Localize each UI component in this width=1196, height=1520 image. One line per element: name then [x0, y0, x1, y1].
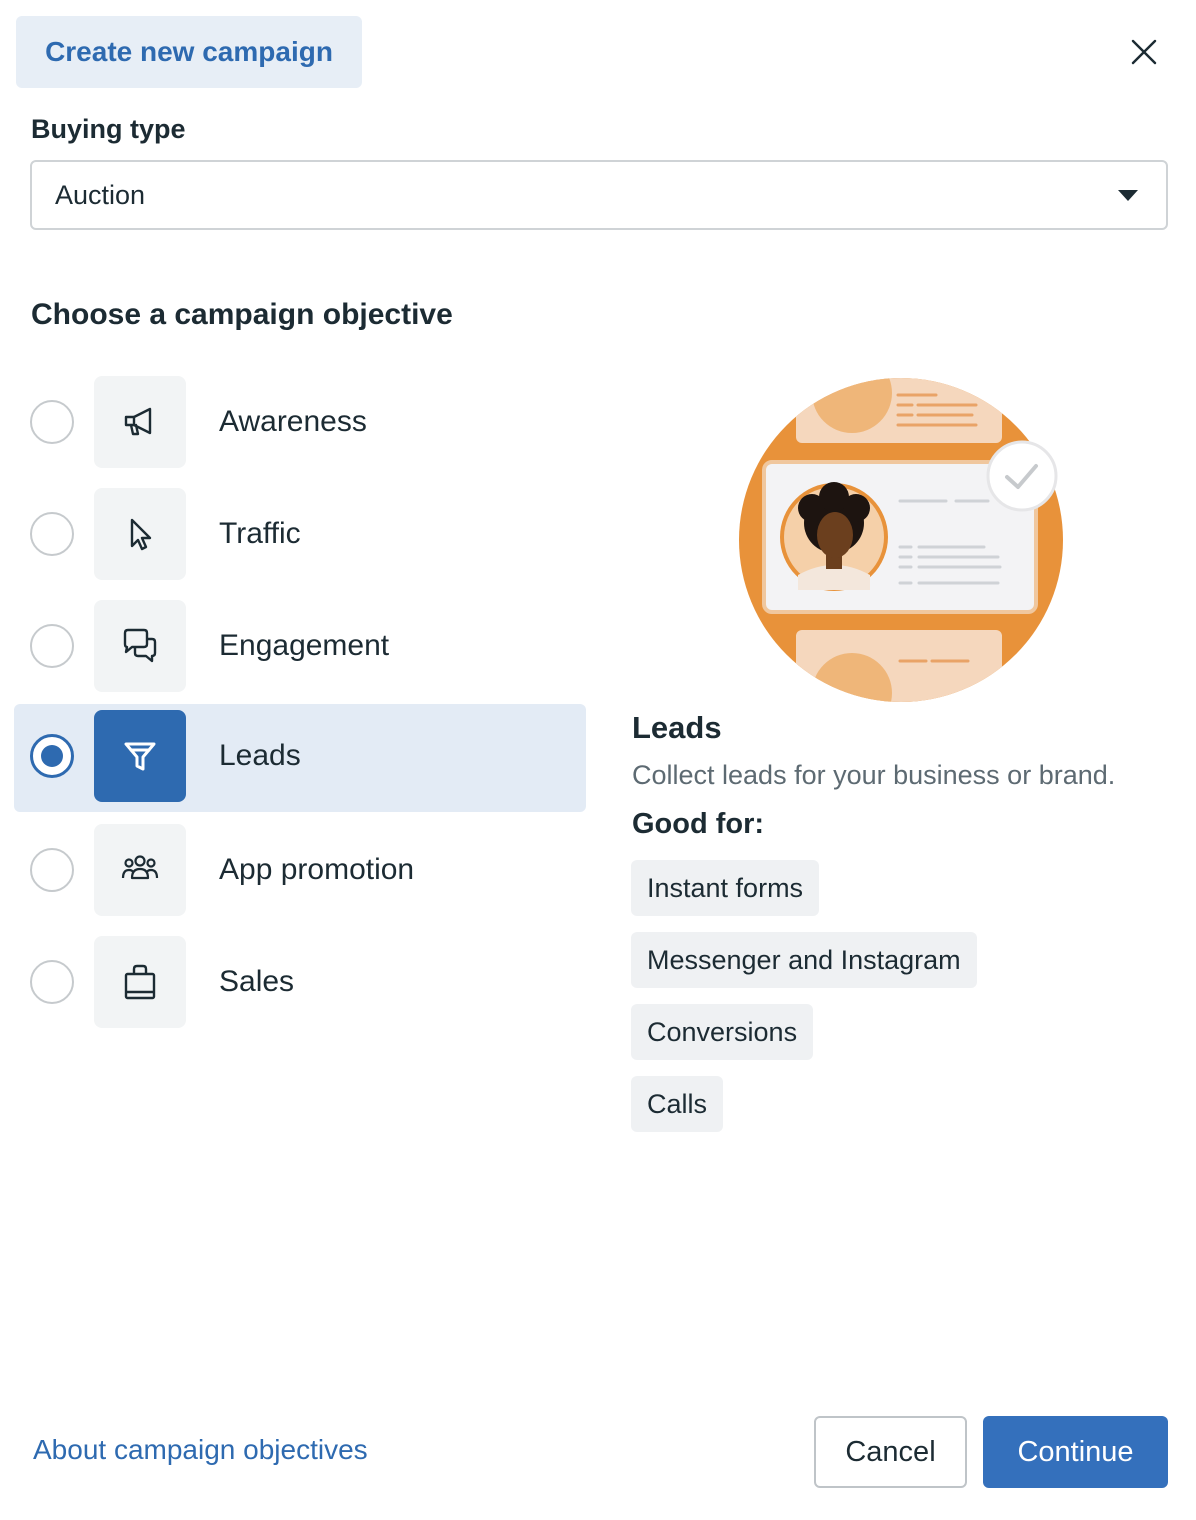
people-icon	[94, 824, 186, 916]
objective-label: Leads	[219, 739, 301, 772]
good-for-chip: Calls	[631, 1076, 724, 1132]
detail-description: Collect leads for your business or brand…	[632, 760, 1116, 790]
cursor-icon	[94, 488, 186, 580]
objective-option-engagement[interactable]: Engagement	[14, 594, 586, 702]
good-for-chip: Messenger and Instagram	[631, 932, 977, 988]
good-for-chip: Conversions	[631, 1004, 814, 1060]
objective-option-app-promotion[interactable]: App promotion	[14, 818, 586, 926]
radio-leads[interactable]	[30, 734, 74, 778]
objective-label: Engagement	[219, 629, 390, 662]
buying-type-select[interactable]: Auction	[30, 160, 1168, 230]
objective-option-sales[interactable]: Sales	[14, 930, 586, 1038]
chevron-down-icon	[1118, 190, 1138, 201]
objective-label: Awareness	[219, 405, 367, 438]
objective-option-leads[interactable]: Leads	[14, 704, 586, 812]
radio-app-promotion[interactable]	[30, 848, 74, 892]
dialog-title: Create new campaign	[16, 16, 362, 88]
close-icon	[1131, 39, 1157, 65]
good-for-label: Good for:	[632, 808, 765, 840]
objective-option-awareness[interactable]: Awareness	[14, 370, 586, 478]
objective-label: Traffic	[219, 517, 301, 550]
buying-type-label: Buying type	[31, 114, 186, 144]
objective-heading: Choose a campaign objective	[31, 298, 453, 331]
detail-title: Leads	[632, 710, 722, 745]
objective-label: Sales	[219, 965, 295, 998]
continue-button[interactable]: Continue	[983, 1416, 1168, 1488]
shopping-bag-icon	[94, 936, 186, 1028]
about-objectives-link[interactable]: About campaign objectives	[33, 1434, 368, 1466]
radio-traffic[interactable]	[30, 512, 74, 556]
leads-illustration	[739, 378, 1063, 702]
chat-bubbles-icon	[94, 600, 186, 692]
funnel-icon	[94, 710, 186, 802]
dialog-title-text: Create new campaign	[45, 36, 333, 67]
cancel-button[interactable]: Cancel	[814, 1416, 967, 1488]
buying-type-value: Auction	[55, 179, 146, 210]
close-button[interactable]	[1124, 32, 1164, 72]
radio-sales[interactable]	[30, 960, 74, 1004]
radio-awareness[interactable]	[30, 400, 74, 444]
megaphone-icon	[94, 376, 186, 468]
good-for-chip: Instant forms	[631, 860, 820, 916]
objective-label: App promotion	[219, 853, 415, 886]
radio-engagement[interactable]	[30, 624, 74, 668]
objective-option-traffic[interactable]: Traffic	[14, 482, 586, 590]
